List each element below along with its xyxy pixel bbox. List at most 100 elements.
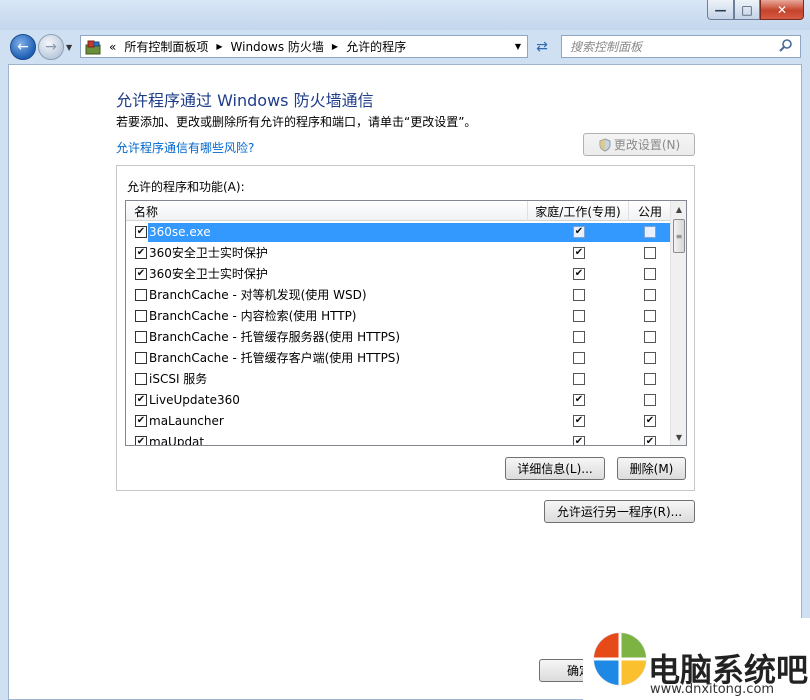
arrow-right-icon: → xyxy=(45,39,57,55)
breadcrumb-overflow[interactable]: « xyxy=(109,40,116,54)
page-description: 若要添加、更改或删除所有允许的程序和端口，请单击“更改设置”。 xyxy=(116,115,477,129)
home-work-checkbox[interactable] xyxy=(573,310,585,322)
table-row[interactable]: BranchCache - 托管缓存客户端(使用 HTTPS) xyxy=(126,348,671,369)
home-work-checkbox[interactable]: ✔ xyxy=(573,436,585,445)
allow-another-program-button[interactable]: 允许运行另一程序(R)... xyxy=(544,500,695,523)
selection-highlight xyxy=(148,223,671,242)
control-panel-icon xyxy=(85,40,101,54)
close-button[interactable]: ✕ xyxy=(760,0,804,20)
column-header-home-work[interactable]: 家庭/工作(专用) xyxy=(528,201,629,221)
scroll-up-icon[interactable]: ▲ xyxy=(671,201,686,217)
allowed-programs-group: 允许的程序和功能(A): 名称 家庭/工作(专用) 公用 ✔ 360se.exe ✔… xyxy=(116,165,695,491)
public-checkbox[interactable]: ✔ xyxy=(644,415,656,427)
title-bar: — □ ✕ xyxy=(0,0,810,30)
public-checkbox[interactable] xyxy=(644,226,656,238)
enable-checkbox[interactable] xyxy=(135,289,147,301)
details-button[interactable]: 详细信息(L)... xyxy=(505,457,605,480)
home-work-checkbox[interactable]: ✔ xyxy=(573,415,585,427)
enable-checkbox[interactable]: ✔ xyxy=(135,247,147,259)
minimize-icon: — xyxy=(714,2,727,17)
address-dropdown-icon[interactable]: ▼ xyxy=(515,42,521,51)
breadcrumb-chevron-icon[interactable]: ▶ xyxy=(332,42,338,51)
scroll-down-icon[interactable]: ▼ xyxy=(671,429,686,445)
table-row[interactable]: ✔ 360安全卫士实时保护 ✔ xyxy=(126,264,671,285)
search-icon[interactable] xyxy=(778,38,794,54)
table-row[interactable]: BranchCache - 内容检索(使用 HTTP) xyxy=(126,306,671,327)
table-row[interactable]: ✔ maUpdat ✔ ✔ xyxy=(126,432,671,446)
table-row[interactable]: BranchCache - 托管缓存服务器(使用 HTTPS) xyxy=(126,327,671,348)
vertical-scrollbar[interactable]: ▲ ≡ ▼ xyxy=(670,201,686,445)
enable-checkbox[interactable] xyxy=(135,352,147,364)
table-row[interactable]: iSCSI 服务 xyxy=(126,369,671,390)
recent-pages-dropdown[interactable]: ▼ xyxy=(66,43,72,52)
public-checkbox[interactable] xyxy=(644,331,656,343)
refresh-button[interactable]: ⇄ xyxy=(530,35,554,58)
program-name: iSCSI 服务 xyxy=(149,372,208,386)
home-work-checkbox[interactable] xyxy=(573,373,585,385)
home-work-checkbox[interactable]: ✔ xyxy=(573,268,585,280)
home-work-checkbox[interactable]: ✔ xyxy=(573,247,585,259)
table-row[interactable]: BranchCache - 对等机发现(使用 WSD) xyxy=(126,285,671,306)
breadcrumb-item-allowed-programs[interactable]: 允许的程序 xyxy=(346,38,406,55)
change-settings-button[interactable]: 更改设置(N) xyxy=(583,133,695,156)
enable-checkbox[interactable] xyxy=(135,331,147,343)
enable-checkbox[interactable] xyxy=(135,310,147,322)
program-name: BranchCache - 对等机发现(使用 WSD) xyxy=(149,288,367,302)
list-rows: ✔ 360se.exe ✔ ✔ 360安全卫士实时保护 ✔ ✔ 360安全卫士实时保护 ✔ Bra… xyxy=(126,222,671,446)
home-work-checkbox[interactable]: ✔ xyxy=(573,394,585,406)
program-name: LiveUpdate360 xyxy=(149,393,240,407)
shield-icon xyxy=(599,137,611,152)
enable-checkbox[interactable]: ✔ xyxy=(135,268,147,280)
breadcrumb-chevron-icon[interactable]: ▶ xyxy=(216,42,222,51)
column-header-public[interactable]: 公用 xyxy=(629,201,671,221)
search-box[interactable]: 搜索控制面板 xyxy=(561,35,801,58)
public-checkbox[interactable]: ✔ xyxy=(644,436,656,445)
close-icon: ✕ xyxy=(776,2,788,17)
forward-button[interactable]: → xyxy=(38,34,64,60)
programs-list[interactable]: 名称 家庭/工作(专用) 公用 ✔ 360se.exe ✔ ✔ 360安全卫士实时保护 ✔… xyxy=(125,200,687,446)
table-row[interactable]: ✔ 360se.exe ✔ xyxy=(126,222,671,243)
risk-help-link[interactable]: 允许程序通信有哪些风险? xyxy=(116,139,254,156)
program-name: 360安全卫士实时保护 xyxy=(149,267,268,281)
breadcrumb-item-firewall[interactable]: Windows 防火墙 xyxy=(231,38,324,55)
home-work-checkbox[interactable] xyxy=(573,289,585,301)
home-work-checkbox[interactable]: ✔ xyxy=(573,226,585,238)
list-header: 名称 家庭/工作(专用) 公用 xyxy=(126,201,671,221)
public-checkbox[interactable] xyxy=(644,352,656,364)
arrow-left-icon: ← xyxy=(17,39,29,55)
program-name: 360安全卫士实时保护 xyxy=(149,246,268,260)
address-bar[interactable]: « 所有控制面板项 ▶ Windows 防火墙 ▶ 允许的程序 ▼ xyxy=(80,35,528,58)
remove-button[interactable]: 删除(M) xyxy=(617,457,686,480)
enable-checkbox[interactable]: ✔ xyxy=(135,226,147,238)
enable-checkbox[interactable]: ✔ xyxy=(135,394,147,406)
maximize-icon: □ xyxy=(741,2,753,17)
public-checkbox[interactable] xyxy=(644,268,656,280)
windows-logo-icon xyxy=(593,632,647,686)
window-controls: — □ ✕ xyxy=(707,0,804,20)
search-input[interactable]: 搜索控制面板 xyxy=(570,38,642,55)
column-header-name[interactable]: 名称 xyxy=(126,201,528,221)
breadcrumb-item-all-items[interactable]: 所有控制面板项 xyxy=(124,38,208,55)
public-checkbox[interactable] xyxy=(644,289,656,301)
group-label: 允许的程序和功能(A): xyxy=(127,180,245,194)
change-settings-label: 更改设置(N) xyxy=(613,138,681,152)
home-work-checkbox[interactable] xyxy=(573,331,585,343)
table-row[interactable]: ✔ 360安全卫士实时保护 ✔ xyxy=(126,243,671,264)
public-checkbox[interactable] xyxy=(644,373,656,385)
public-checkbox[interactable] xyxy=(644,394,656,406)
back-button[interactable]: ← xyxy=(10,34,36,60)
enable-checkbox[interactable] xyxy=(135,373,147,385)
enable-checkbox[interactable]: ✔ xyxy=(135,436,147,445)
watermark-url: www.dnxitong.com xyxy=(650,682,775,697)
table-row[interactable]: ✔ maLauncher ✔ ✔ xyxy=(126,411,671,432)
maximize-button[interactable]: □ xyxy=(734,0,760,20)
scroll-thumb[interactable]: ≡ xyxy=(673,219,685,253)
program-name: BranchCache - 内容检索(使用 HTTP) xyxy=(149,309,357,323)
minimize-button[interactable]: — xyxy=(707,0,734,20)
home-work-checkbox[interactable] xyxy=(573,352,585,364)
table-row[interactable]: ✔ LiveUpdate360 ✔ xyxy=(126,390,671,411)
enable-checkbox[interactable]: ✔ xyxy=(135,415,147,427)
public-checkbox[interactable] xyxy=(644,310,656,322)
public-checkbox[interactable] xyxy=(644,247,656,259)
program-name: maUpdat xyxy=(149,435,205,446)
